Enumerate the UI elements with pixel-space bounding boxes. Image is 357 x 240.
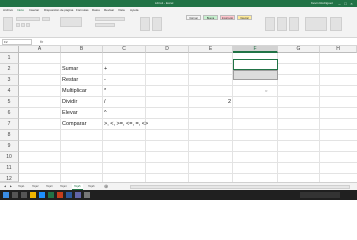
menu-archivo[interactable]: Archivo <box>3 8 13 12</box>
column-header-g[interactable]: G <box>278 46 320 53</box>
word-icon[interactable] <box>66 192 72 198</box>
font-name-select[interactable] <box>16 17 40 21</box>
grid-line <box>102 53 103 182</box>
column-header-c[interactable]: C <box>103 46 146 53</box>
grid-line <box>319 53 320 182</box>
menu-revisar[interactable]: Revisar <box>104 8 114 12</box>
grid-line <box>145 53 146 182</box>
cell-b7[interactable]: Comparar <box>62 119 86 130</box>
number-format-buttons[interactable] <box>95 23 115 27</box>
cell-b3[interactable]: Restar <box>62 75 78 86</box>
cell-c4[interactable]: * <box>104 86 106 97</box>
menu-formulas[interactable]: Fórmulas <box>76 8 89 12</box>
row-header-7[interactable]: 7 <box>0 119 19 130</box>
name-box[interactable]: F2 <box>2 39 32 45</box>
close-icon[interactable]: × <box>349 1 354 6</box>
user-name[interactable]: Kevin Rodriguez <box>311 0 333 7</box>
formula-input[interactable] <box>50 39 355 45</box>
cell-f3-shaded[interactable] <box>233 70 278 80</box>
column-header-d[interactable]: D <box>146 46 189 53</box>
grid-line <box>60 53 61 182</box>
menu-datos[interactable]: Datos <box>92 8 100 12</box>
selected-cell-f2[interactable] <box>233 59 278 70</box>
style-neutral[interactable]: Neutral <box>237 15 252 20</box>
row-header-1[interactable]: 1 <box>0 53 19 64</box>
cell-c2[interactable]: + <box>104 64 107 75</box>
cell-b5[interactable]: Dividir <box>62 97 77 108</box>
cell-e5[interactable]: 2 <box>228 97 231 108</box>
row-header-3[interactable]: 3 <box>0 75 19 86</box>
system-tray[interactable] <box>300 192 340 198</box>
row-header-6[interactable]: 6 <box>0 108 19 119</box>
title-bar: Libro1 - Excel Kevin Rodriguez – □ × <box>0 0 357 7</box>
task-view-icon[interactable] <box>21 192 27 198</box>
sort-filter-button[interactable] <box>330 17 342 31</box>
maximize-icon[interactable]: □ <box>343 1 348 6</box>
row-header-8[interactable]: 8 <box>0 130 19 141</box>
style-incorrecto[interactable]: Incorrecto <box>220 15 235 20</box>
select-all-corner[interactable] <box>0 46 19 53</box>
formula-bar: F2 fx <box>0 38 357 46</box>
horizontal-scrollbar[interactable] <box>130 185 350 189</box>
style-normal[interactable]: Normal <box>186 15 201 20</box>
row-header-9[interactable]: 9 <box>0 141 19 152</box>
column-header-e[interactable]: E <box>189 46 233 53</box>
menu-inicio[interactable]: Inicio <box>17 8 24 12</box>
cell-c3[interactable]: - <box>104 75 106 86</box>
menu-disposicion[interactable]: Disposición de página <box>44 8 73 12</box>
cell-b2[interactable]: Sumar <box>62 64 78 75</box>
menu-bar: Archivo Inicio Insertar Disposición de p… <box>0 7 357 14</box>
paste-button[interactable] <box>3 17 13 31</box>
settings-icon[interactable] <box>84 192 90 198</box>
search-icon[interactable] <box>12 192 18 198</box>
edge-icon[interactable] <box>39 192 45 198</box>
row-header-12[interactable]: 12 <box>0 174 19 182</box>
conditional-format-button[interactable] <box>140 17 150 31</box>
style-buena[interactable]: Buena <box>203 15 218 20</box>
start-icon[interactable] <box>3 192 9 198</box>
column-header-h[interactable]: H <box>320 46 357 53</box>
window-title: Libro1 - Excel <box>155 1 174 5</box>
insert-cells-button[interactable] <box>265 17 275 31</box>
column-header-f[interactable]: F <box>233 46 278 53</box>
ribbon: Normal Buena Incorrecto Neutral <box>0 14 357 38</box>
spreadsheet-grid: A B C D E F G H 1 2 3 4 5 6 7 8 9 10 11 … <box>0 46 357 182</box>
file-explorer-icon[interactable] <box>30 192 36 198</box>
excel-icon[interactable] <box>48 192 54 198</box>
grid-line <box>188 53 189 182</box>
bold-button[interactable] <box>16 23 20 27</box>
font-size-select[interactable] <box>42 17 50 21</box>
row-header-5[interactable]: 5 <box>0 97 19 108</box>
number-format-select[interactable] <box>95 17 125 21</box>
alignment-group[interactable] <box>60 17 82 27</box>
row-header-10[interactable]: 10 <box>0 152 19 163</box>
teams-icon[interactable] <box>75 192 81 198</box>
cell-c7[interactable]: >, <, >=, <=, =, <> <box>104 119 148 130</box>
cell-b6[interactable]: Elevar <box>62 108 78 119</box>
column-header-a[interactable]: A <box>19 46 61 53</box>
row-header-11[interactable]: 11 <box>0 163 19 174</box>
row-header-4[interactable]: 4 <box>0 86 19 97</box>
taskbar <box>0 190 357 200</box>
format-cells-button[interactable] <box>289 17 299 31</box>
menu-vista[interactable]: Vista <box>118 8 125 12</box>
cell-c6[interactable]: ^ <box>104 108 107 119</box>
autosum-group[interactable] <box>305 17 327 31</box>
mouse-cursor-icon: ○ <box>265 88 268 93</box>
powerpoint-icon[interactable] <box>57 192 63 198</box>
minimize-icon[interactable]: – <box>337 1 342 6</box>
function-icon[interactable]: fx <box>40 39 43 45</box>
cell-b4[interactable]: Multiplicar <box>62 86 87 97</box>
menu-ayuda[interactable]: Ayuda <box>130 8 138 12</box>
menu-insertar[interactable]: Insertar <box>29 8 39 12</box>
column-header-b[interactable]: B <box>61 46 103 53</box>
underline-button[interactable] <box>26 23 30 27</box>
row-header-2[interactable]: 2 <box>0 64 19 75</box>
sheet-tab-bar: ◀ ▶ Hoja1 Hoja2 Hoja3 Hoja4 Hoja5 Hoja6 … <box>0 182 357 190</box>
cell-c5[interactable]: / <box>104 97 106 108</box>
italic-button[interactable] <box>21 23 25 27</box>
format-as-table-button[interactable] <box>152 17 162 31</box>
delete-cells-button[interactable] <box>277 17 287 31</box>
